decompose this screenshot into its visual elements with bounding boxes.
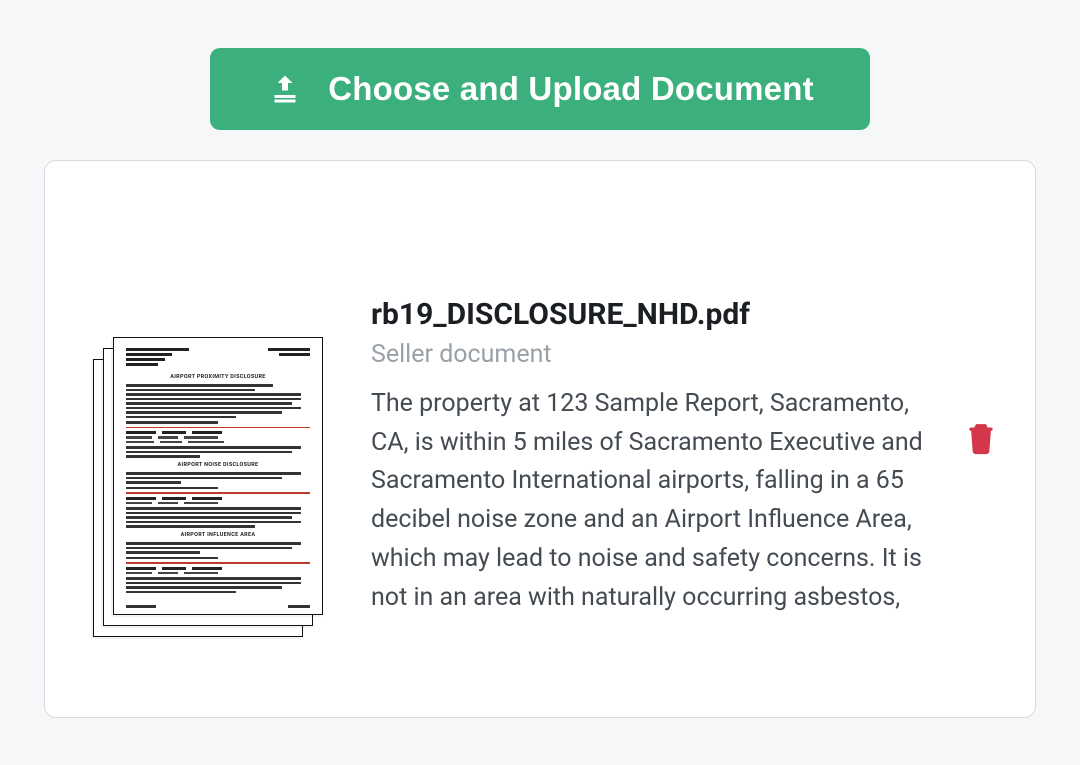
document-thumbnail: AIRPORT PROXIMITY DISCLOSURE AIRPORT NOI…	[93, 337, 323, 637]
delete-button[interactable]	[955, 412, 1007, 467]
thumbnail-page-front: AIRPORT PROXIMITY DISCLOSURE AIRPORT NOI…	[113, 337, 323, 615]
card-fade-overlay	[45, 657, 1035, 717]
trash-icon	[961, 446, 1001, 461]
upload-icon	[266, 70, 304, 108]
thumb-section-title-3: AIRPORT INFLUENCE AREA	[126, 532, 310, 539]
document-details: rb19_DISCLOSURE_NHD.pdf Seller document …	[371, 297, 1005, 618]
upload-button-label: Choose and Upload Document	[328, 70, 814, 108]
document-subtitle: Seller document	[371, 340, 933, 369]
thumb-section-title-2: AIRPORT NOISE DISCLOSURE	[126, 462, 310, 469]
document-card: AIRPORT PROXIMITY DISCLOSURE AIRPORT NOI…	[44, 160, 1036, 718]
thumb-section-title-1: AIRPORT PROXIMITY DISCLOSURE	[126, 374, 310, 381]
document-filename: rb19_DISCLOSURE_NHD.pdf	[371, 297, 933, 332]
document-description: The property at 123 Sample Report, Sacra…	[371, 385, 933, 618]
upload-button[interactable]: Choose and Upload Document	[210, 48, 870, 130]
